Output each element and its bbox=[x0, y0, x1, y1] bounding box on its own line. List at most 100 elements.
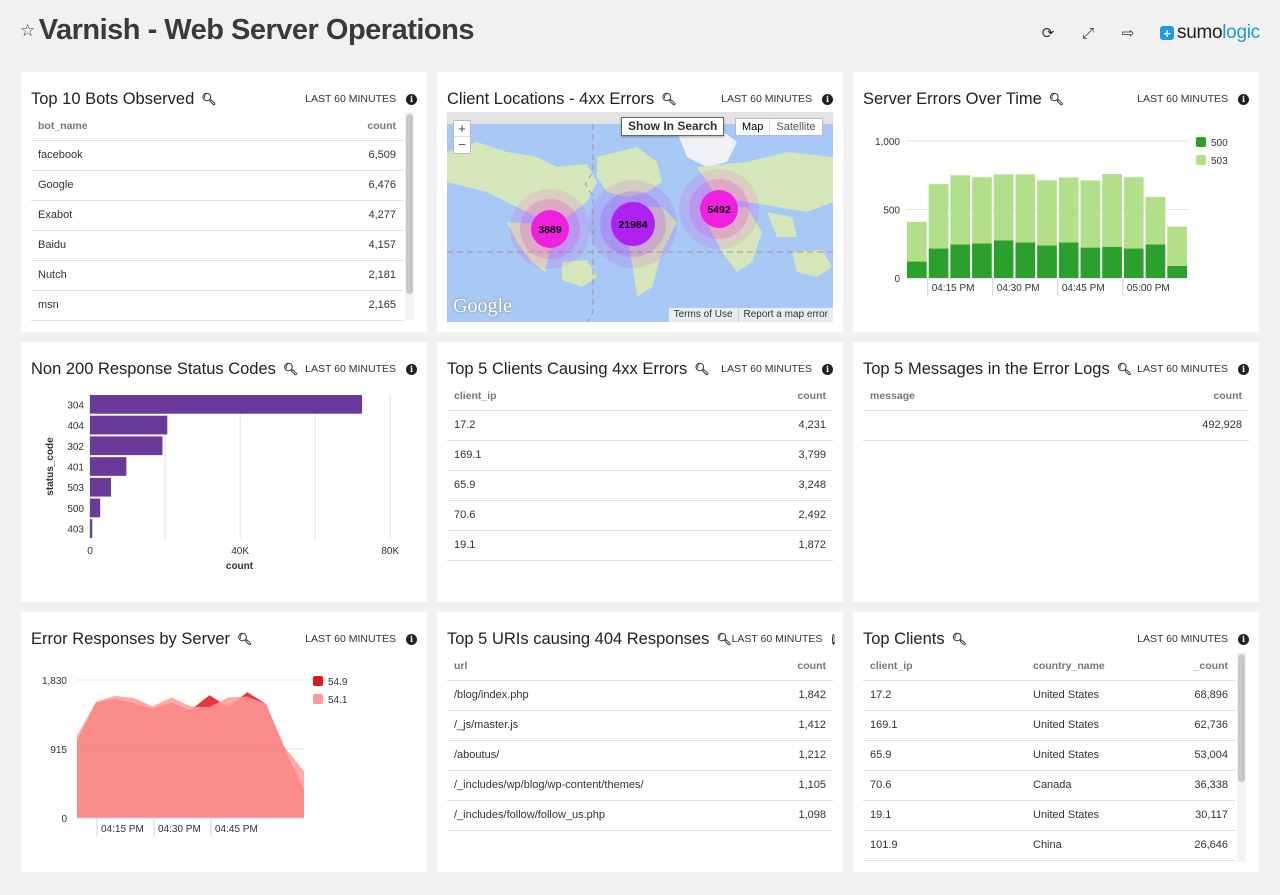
table-cell: 70.6 bbox=[863, 770, 1026, 801]
table-cell: 36,338 bbox=[1146, 770, 1235, 801]
time-range-label: LAST 60 MINUTES bbox=[305, 363, 396, 375]
map-canvas: 3889 21984 5492 bbox=[447, 124, 833, 322]
column-header[interactable]: count bbox=[667, 382, 833, 411]
star-outline-icon[interactable]: ☆ bbox=[20, 21, 35, 41]
info-icon[interactable]: i bbox=[822, 93, 833, 105]
search-zoom-icon[interactable]: 🔍︎ bbox=[1117, 362, 1132, 376]
search-zoom-icon[interactable]: 🔍︎ bbox=[283, 362, 298, 376]
table-row[interactable]: 19.1 United States 30,117 bbox=[863, 800, 1235, 831]
column-header[interactable]: count bbox=[667, 652, 833, 681]
google-logo[interactable]: Google bbox=[453, 295, 512, 318]
column-header[interactable]: url bbox=[447, 652, 667, 681]
column-header[interactable]: message bbox=[863, 382, 1065, 411]
search-zoom-icon[interactable]: 🔍︎ bbox=[1049, 92, 1064, 106]
time-range-label: LAST 60 MINUTES bbox=[721, 363, 812, 375]
legend-label: 500 bbox=[1211, 138, 1228, 149]
search-zoom-icon[interactable]: 🔍︎ bbox=[201, 92, 216, 106]
table-row[interactable]: /_includes/wp/blog/wp-content/themes/1,1… bbox=[447, 770, 833, 801]
table-row[interactable]: 19.1 1,872 bbox=[447, 530, 833, 561]
search-zoom-icon[interactable]: 🔍︎ bbox=[237, 632, 252, 646]
table-row[interactable]: 492,928 bbox=[863, 410, 1249, 441]
table-row[interactable]: facebook 6,509 bbox=[31, 140, 403, 171]
panel-title: Top 5 Clients Causing 4xx Errors bbox=[447, 359, 688, 378]
area-series-54-1 bbox=[77, 695, 304, 818]
terms-of-use-link[interactable]: Terms of Use bbox=[669, 308, 739, 322]
show-in-search-button[interactable]: Show In Search bbox=[621, 117, 725, 136]
bar-segment-500 bbox=[907, 261, 927, 278]
table-row[interactable]: 169.1 United States 62,736 bbox=[863, 710, 1235, 741]
table-row[interactable]: Exabot 4,277 bbox=[31, 200, 403, 231]
map-cluster[interactable]: 21984 bbox=[589, 180, 677, 268]
column-header[interactable]: client_ip bbox=[863, 652, 1026, 681]
info-icon[interactable]: i bbox=[1238, 363, 1249, 375]
search-zoom-icon[interactable]: 🔍︎ bbox=[694, 362, 709, 376]
map-type-satellite-button[interactable]: Satellite bbox=[770, 119, 821, 135]
bar bbox=[90, 457, 127, 476]
table-row[interactable]: /_includes/follow/follow_us.php 1,098 bbox=[447, 800, 833, 831]
bar-segment-500 bbox=[1102, 246, 1122, 278]
zoom-out-button[interactable]: − bbox=[454, 137, 470, 153]
legend-swatch bbox=[313, 676, 323, 686]
x-axis-title: count bbox=[226, 561, 254, 572]
column-header[interactable]: bot_name bbox=[31, 112, 254, 141]
column-header[interactable]: count bbox=[253, 112, 403, 141]
bar-segment-503 bbox=[1058, 177, 1079, 243]
report-map-error-link[interactable]: Report a map error bbox=[739, 308, 833, 322]
info-icon[interactable]: i bbox=[406, 633, 417, 645]
table-row[interactable]: Nutch 2,181 bbox=[31, 260, 403, 291]
table-row[interactable]: 70.6 2,492 bbox=[447, 500, 833, 531]
map-type-map-button[interactable]: Map bbox=[736, 119, 771, 135]
table-cell: 2,181 bbox=[253, 260, 403, 291]
search-zoom-icon[interactable]: 🔍︎ bbox=[952, 632, 967, 646]
search-zoom-icon[interactable]: 🔍︎ bbox=[716, 632, 731, 646]
refresh-icon[interactable]: ⟳ bbox=[1028, 22, 1068, 44]
info-icon[interactable]: i bbox=[832, 633, 836, 645]
scrollbar-thumb[interactable] bbox=[406, 114, 413, 294]
table-cell: 17.2 bbox=[447, 410, 668, 441]
world-map[interactable]: 3889 21984 5492 + − Show In Search Map S… bbox=[447, 112, 833, 322]
map-cluster[interactable]: 5492 bbox=[679, 169, 759, 249]
zoom-in-button[interactable]: + bbox=[454, 121, 470, 137]
dashboard-header: ☆ Varnish - Web Server Operations ⟳ ⤢ ⇨ … bbox=[0, 0, 1280, 70]
scrollbar-thumb[interactable] bbox=[1238, 654, 1245, 782]
bar-segment-503 bbox=[907, 221, 927, 262]
column-header[interactable]: country_name bbox=[1026, 652, 1146, 681]
bar-segment-503 bbox=[950, 175, 971, 245]
map-cluster[interactable]: 3889 bbox=[510, 189, 590, 269]
sumologic-logo[interactable]: + sumo logic bbox=[1160, 22, 1260, 44]
table-row[interactable]: 169.1 3,799 bbox=[447, 440, 833, 471]
table-row[interactable]: 65.9 3,248 bbox=[447, 470, 833, 501]
table-row[interactable]: Google 6,476 bbox=[31, 170, 403, 201]
table-row[interactable]: /blog/index.php 1,842 bbox=[447, 680, 833, 711]
x-tick-label: 04:45 PM bbox=[215, 824, 258, 835]
column-header[interactable]: _count bbox=[1146, 652, 1235, 681]
info-icon[interactable]: i bbox=[406, 363, 417, 375]
column-header[interactable]: count bbox=[1064, 382, 1249, 411]
table-row[interactable]: 70.6 Canada 36,338 bbox=[863, 770, 1235, 801]
table-row[interactable]: /_js/master.js 1,412 bbox=[447, 710, 833, 741]
table-row[interactable]: 101.9 China 26,646 bbox=[863, 830, 1235, 861]
x-tick-label: 04:30 PM bbox=[997, 283, 1040, 294]
table-row[interactable]: 17.2 4,231 bbox=[447, 410, 833, 441]
panel-title: Top Clients bbox=[863, 629, 945, 648]
error-messages-table: message count 492,928 bbox=[863, 382, 1249, 441]
info-icon[interactable]: i bbox=[822, 363, 833, 375]
bar-segment-503 bbox=[1015, 174, 1036, 243]
table-row[interactable]: 17.2 United States 68,896 bbox=[863, 680, 1235, 711]
table-row[interactable]: msn 2,165 bbox=[31, 290, 403, 321]
y-tick-label: 0 bbox=[61, 814, 67, 825]
table-cell: msn bbox=[31, 290, 254, 321]
table-row[interactable]: Baidu 4,157 bbox=[31, 230, 403, 261]
sign-out-icon[interactable]: ⇨ bbox=[1108, 22, 1148, 44]
bar bbox=[90, 519, 93, 538]
table-cell: 65.9 bbox=[447, 470, 668, 501]
expand-icon[interactable]: ⤢ bbox=[1068, 22, 1108, 44]
info-icon[interactable]: i bbox=[1238, 633, 1249, 645]
table-row[interactable]: /aboutus/1,212 bbox=[447, 740, 833, 771]
info-icon[interactable]: i bbox=[406, 93, 417, 105]
table-row[interactable]: 65.9 United States 53,004 bbox=[863, 740, 1235, 771]
table-cell: 1,098 bbox=[667, 800, 833, 831]
search-zoom-icon[interactable]: 🔍︎ bbox=[661, 92, 676, 106]
column-header[interactable]: client_ip bbox=[447, 382, 668, 411]
info-icon[interactable]: i bbox=[1238, 93, 1249, 105]
